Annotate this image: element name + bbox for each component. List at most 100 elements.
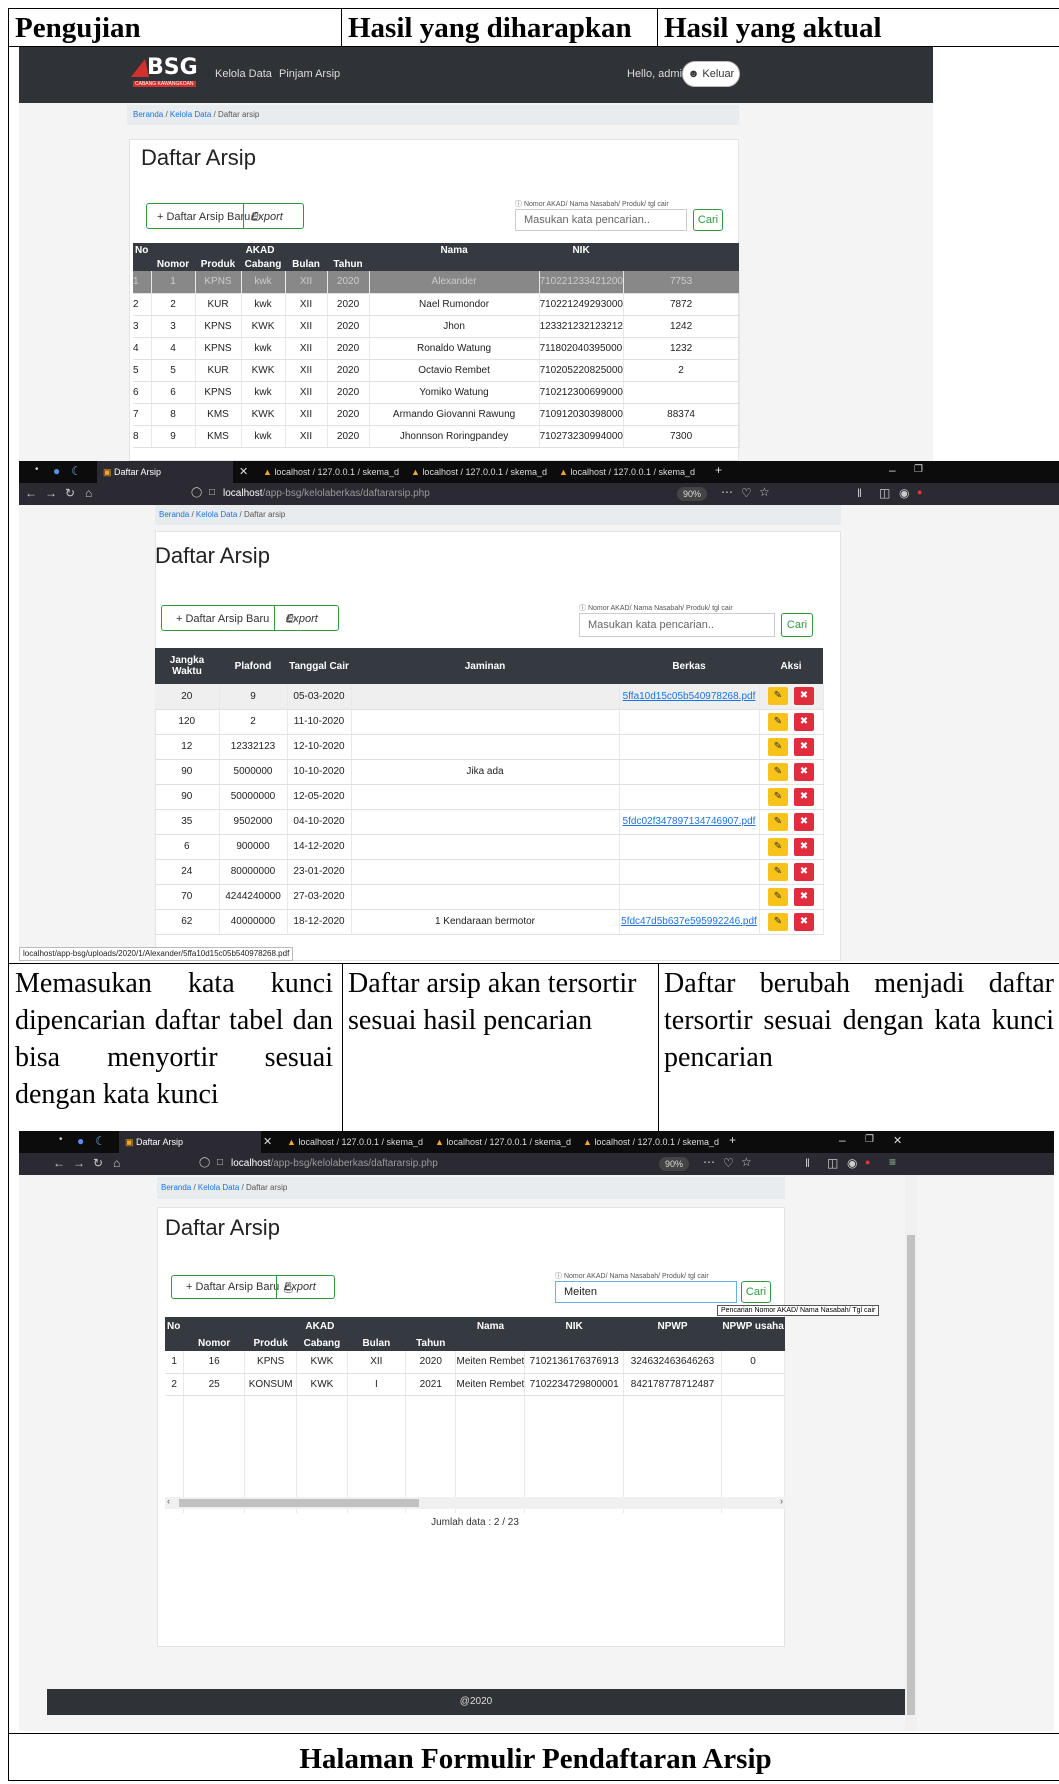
berkas-link[interactable]: 5fdc47d5b637e595992246.pdf (621, 916, 757, 927)
menu-icon[interactable]: ≡ (889, 1155, 896, 1169)
browser-circle-icon[interactable]: ● (53, 464, 60, 478)
home-icon[interactable]: ⌂ (85, 486, 92, 500)
breadcrumb-kelola-data[interactable]: Kelola Data (170, 110, 211, 119)
url-input[interactable]: localhost/app-bsg/kelolaberkas/daftarars… (231, 1158, 438, 1169)
browser-circle-icon[interactable]: ● (77, 1134, 84, 1148)
pocket-icon[interactable]: ♡ (741, 486, 752, 500)
sidebar-icon[interactable]: ◫ (879, 486, 890, 500)
edit-icon[interactable]: ✎ (768, 687, 788, 706)
forward-icon[interactable]: → (45, 486, 57, 500)
new-tab-icon[interactable]: + (729, 1133, 736, 1147)
tab-localhost-3[interactable]: ▲ localhost / 127.0.0.1 / skema_d (553, 461, 695, 483)
table-row[interactable]: 5 5 KUR KWK XII 2020 Octavio Rembet 71020522082… (133, 359, 740, 382)
tab-close-icon[interactable]: ✕ (239, 465, 248, 478)
horizontal-scrollbar[interactable]: ‹ › (165, 1496, 785, 1509)
reload-icon[interactable]: ↻ (93, 1156, 103, 1170)
table-cell[interactable] (619, 884, 760, 910)
restore-icon[interactable]: ❐ (865, 1134, 874, 1145)
pocket-icon[interactable]: ♡ (723, 1156, 734, 1170)
table-row[interactable]: 35 9502000 04-10-2020 5fdc02f34789713474690… (155, 809, 824, 835)
edit-icon[interactable]: ✎ (768, 837, 788, 856)
edit-icon[interactable]: ✎ (768, 887, 788, 906)
tab-localhost-3[interactable]: ▲ localhost / 127.0.0.1 / skema_d (577, 1131, 719, 1153)
table-cell[interactable] (619, 859, 760, 885)
tab-close-icon[interactable]: ✕ (263, 1135, 272, 1148)
scrollbar-thumb[interactable] (907, 1235, 915, 1715)
tab-localhost-2[interactable]: ▲ localhost / 127.0.0.1 / skema_d (405, 461, 547, 483)
delete-icon[interactable]: ✖ (794, 887, 814, 906)
account-icon[interactable]: ◉ (899, 486, 909, 500)
delete-icon[interactable]: ✖ (794, 837, 814, 856)
table-row[interactable]: 90 5000000 10-10-2020 Jika ada ✎ ✖ (155, 759, 824, 785)
table-row[interactable]: 20 9 05-03-2020 5ffa10d15c05b540978268.pdf ✎… (155, 684, 824, 710)
adblock-icon[interactable]: ● (865, 1157, 870, 1167)
search-input[interactable]: Masukan kata pencarian.. (515, 209, 687, 231)
more-icon[interactable]: ⋯ (703, 1155, 715, 1169)
search-button[interactable]: Cari (693, 209, 723, 231)
search-input[interactable]: Meiten (555, 1281, 737, 1303)
scroll-right-icon[interactable]: › (780, 1496, 783, 1506)
more-icon[interactable]: ⋯ (721, 485, 733, 499)
table-cell[interactable]: 5fdc02f347897134746907.pdf (619, 809, 760, 835)
home-icon[interactable]: ⌂ (113, 1156, 120, 1170)
library-icon[interactable]: ‖ (805, 1156, 810, 1170)
breadcrumb-beranda[interactable]: Beranda (159, 510, 189, 519)
edit-icon[interactable]: ✎ (768, 762, 788, 781)
table-row[interactable]: 2 2 KUR kwk XII 2020 Nael Rumondor 710221249293… (133, 293, 740, 316)
adblock-icon[interactable]: ● (917, 487, 922, 497)
delete-icon[interactable]: ✖ (794, 812, 814, 831)
sidebar-icon[interactable]: ◫ (827, 1156, 838, 1170)
delete-icon[interactable]: ✖ (794, 687, 814, 706)
search-input[interactable]: Masukan kata pencarian.. (579, 613, 775, 637)
edit-icon[interactable]: ✎ (768, 812, 788, 831)
edit-icon[interactable]: ✎ (768, 737, 788, 756)
back-icon[interactable]: ← (25, 486, 37, 500)
export-button[interactable]: ⎙ Export (284, 1276, 316, 1298)
delete-icon[interactable]: ✖ (794, 712, 814, 731)
breadcrumb-beranda[interactable]: Beranda (133, 110, 163, 119)
berkas-link[interactable]: 5ffa10d15c05b540978268.pdf (623, 691, 756, 702)
table-row[interactable]: 62 40000000 18-12-2020 1 Kendaraan bermotor… (155, 909, 824, 935)
table-row[interactable]: 1 1 KPNS kwk XII 2020 Alexander 710221233421200… (133, 271, 740, 294)
table-cell[interactable] (619, 734, 760, 760)
nav-pinjam-arsip[interactable]: Pinjam Arsip (279, 68, 340, 80)
minimize-icon[interactable]: – (889, 463, 896, 477)
table-cell[interactable] (619, 759, 760, 785)
edit-icon[interactable]: ✎ (768, 712, 788, 731)
url-input[interactable]: localhost/app-bsg/kelolaberkas/daftarars… (223, 488, 430, 499)
browser-menu-icon[interactable]: • (59, 1134, 63, 1145)
delete-icon[interactable]: ✖ (794, 912, 814, 931)
table-cell[interactable]: 5fdc47d5b637e595992246.pdf (619, 909, 760, 935)
add-arsip-button[interactable]: + Daftar Arsip Baru (186, 1276, 279, 1298)
scroll-left-icon[interactable]: ‹ (167, 1496, 170, 1506)
table-row[interactable]: 7 8 KMS KWK XII 2020 Armando Giovanni Rawung 71… (133, 403, 740, 426)
edit-icon[interactable]: ✎ (768, 787, 788, 806)
vertical-scrollbar[interactable] (905, 1175, 917, 1731)
edit-icon[interactable]: ✎ (768, 862, 788, 881)
table-row[interactable]: 6 900000 14-12-2020 ✎ ✖ (155, 834, 824, 860)
tab-localhost-1[interactable]: ▲ localhost / 127.0.0.1 / skema_d (281, 1131, 423, 1153)
browser-menu-icon[interactable]: • (35, 464, 39, 475)
tab-localhost-2[interactable]: ▲ localhost / 127.0.0.1 / skema_d (429, 1131, 571, 1153)
tab-daftar-arsip[interactable]: ▣ Daftar Arsip (119, 1131, 261, 1153)
table-row[interactable]: 24 80000000 23-01-2020 ✎ ✖ (155, 859, 824, 885)
export-button[interactable]: ⎙ Export (286, 606, 318, 632)
window-close-icon[interactable]: ✕ (893, 1134, 902, 1147)
berkas-link[interactable]: 5fdc02f347897134746907.pdf (623, 816, 756, 827)
delete-icon[interactable]: ✖ (794, 862, 814, 881)
star-icon[interactable]: ☆ (741, 1155, 752, 1169)
browser-moon-icon[interactable]: ☾ (71, 464, 82, 478)
table-cell[interactable] (619, 784, 760, 810)
table-row[interactable]: 1 16 KPNS KWK XII 2020 Meiten Rembet 7102136176… (165, 1351, 785, 1374)
delete-icon[interactable]: ✖ (794, 737, 814, 756)
edit-icon[interactable]: ✎ (768, 912, 788, 931)
table-cell[interactable] (619, 834, 760, 860)
nav-kelola-data[interactable]: Kelola Data (215, 68, 272, 80)
tab-localhost-1[interactable]: ▲ localhost / 127.0.0.1 / skema_d (257, 461, 399, 483)
forward-icon[interactable]: → (73, 1156, 85, 1170)
restore-icon[interactable]: ❐ (914, 464, 923, 475)
table-row[interactable]: 2 25 KONSUM KWK I 2021 Meiten Rembet 7102234729… (165, 1373, 785, 1396)
table-cell[interactable]: 5ffa10d15c05b540978268.pdf (619, 684, 760, 710)
zoom-level[interactable]: 90% (677, 487, 707, 501)
account-icon[interactable]: ◉ (847, 1156, 857, 1170)
